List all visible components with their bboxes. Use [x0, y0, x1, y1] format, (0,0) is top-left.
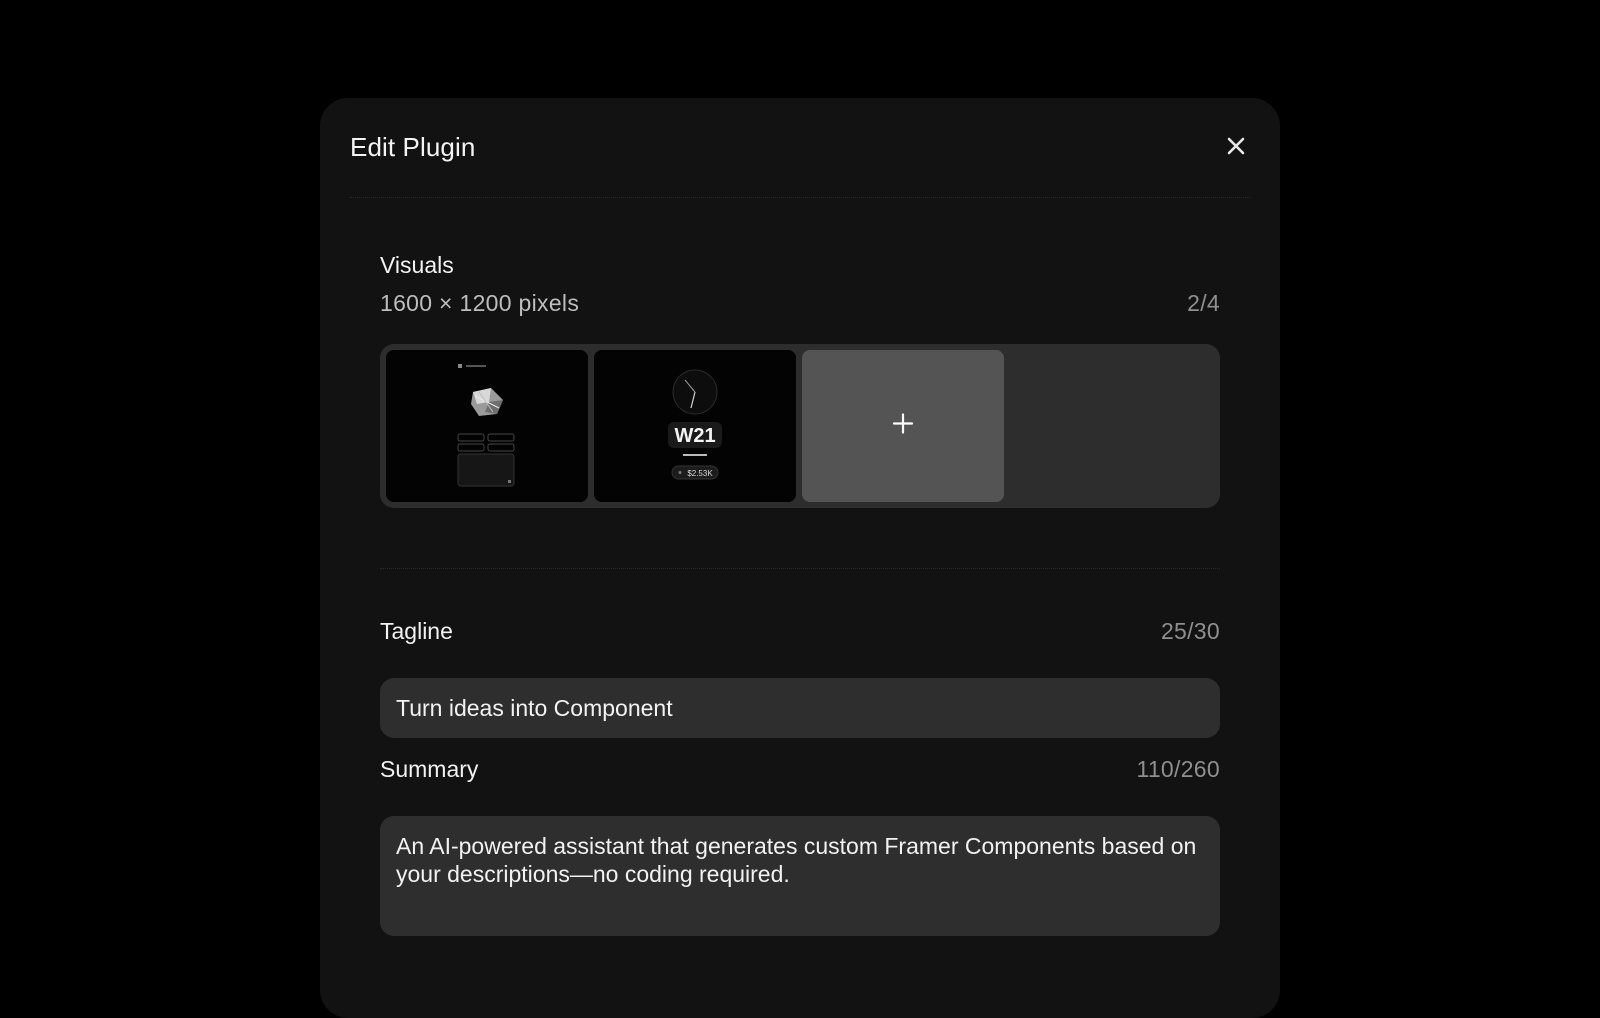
tagline-label: Tagline: [380, 618, 453, 644]
add-visual-button[interactable]: [802, 350, 1004, 502]
svg-text:W21: W21: [674, 425, 715, 447]
modal-header: Edit Plugin: [350, 98, 1250, 198]
visual-thumbnail-1[interactable]: [386, 350, 588, 502]
plus-icon: [892, 413, 914, 440]
visuals-label: Visuals: [380, 252, 454, 278]
visuals-dimensions: 1600 × 1200 pixels: [380, 290, 580, 316]
thumbnail-2-badge: $2.53K: [687, 469, 713, 478]
tagline-input[interactable]: Turn ideas into Component: [380, 678, 1220, 738]
visuals-gallery: W21 $2.53K: [380, 344, 1220, 508]
visual-thumbnail-2[interactable]: W21 $2.53K: [594, 350, 796, 502]
summary-textarea[interactable]: An AI-powered assistant that generates c…: [380, 816, 1220, 936]
summary-count: 110/260: [1136, 756, 1220, 782]
visuals-count: 2/4: [1187, 290, 1220, 316]
close-icon[interactable]: [1224, 134, 1248, 158]
tagline-count: 25/30: [1160, 618, 1220, 644]
summary-label: Summary: [380, 756, 479, 782]
section-divider: [380, 568, 1220, 569]
edit-plugin-modal: Edit Plugin Visuals 1600 × 1200 pixels 2…: [320, 98, 1280, 1018]
modal-title: Edit Plugin: [350, 132, 476, 162]
